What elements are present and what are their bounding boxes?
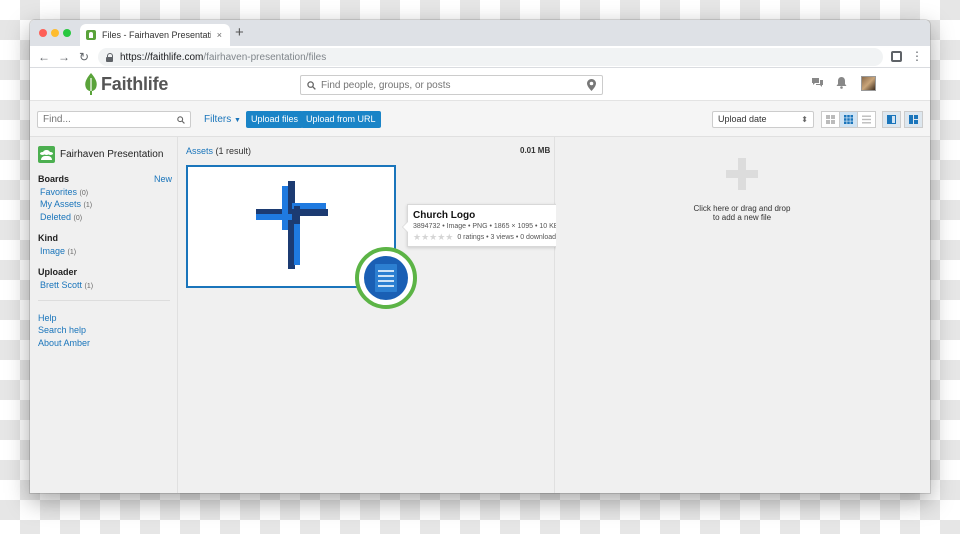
url-path: /fairhaven-presentation/files xyxy=(203,51,327,63)
maximize-window-button[interactable] xyxy=(63,29,71,37)
browser-menu-icon[interactable]: ⋮ xyxy=(911,49,923,63)
sidebar-item-count: (1) xyxy=(67,249,77,256)
find-box xyxy=(37,111,191,128)
list-icon xyxy=(862,115,871,124)
browser-window: Files - Fairhaven Presentation × + ← → ↻… xyxy=(30,20,930,493)
location-pin-icon[interactable] xyxy=(587,79,596,91)
site-header: Faithlife xyxy=(30,68,930,101)
split-pane-icon xyxy=(887,115,896,124)
site-search-box xyxy=(300,75,603,95)
address-bar[interactable]: https://faithlife.com/fairhaven-presenta… xyxy=(98,48,883,66)
site-search-input[interactable] xyxy=(321,79,587,91)
sidebar-item-label: Brett Scott xyxy=(40,280,83,290)
small-grid-view-button[interactable] xyxy=(839,111,858,128)
search-icon[interactable] xyxy=(177,115,185,124)
group-header[interactable]: Fairhaven Presentation xyxy=(38,146,163,163)
sidebar-item-label: Deleted xyxy=(40,212,72,222)
large-grid-view-button[interactable] xyxy=(821,111,840,128)
assets-header: Assets (1 result) xyxy=(186,146,251,156)
small-grid-icon xyxy=(844,115,853,124)
close-tab-icon[interactable]: × xyxy=(217,30,222,40)
sidebar-item-image[interactable]: Image (1) xyxy=(40,246,76,256)
new-board-link[interactable]: New xyxy=(154,174,172,184)
dropzone-line-2: to add a new file xyxy=(712,213,772,222)
sidebar-item-label: Favorites xyxy=(40,187,78,197)
caret-down-icon: ▼ xyxy=(234,117,241,124)
boards-heading: Boards xyxy=(38,174,70,184)
sidebar-item-favorites[interactable]: Favorites (0) xyxy=(40,187,88,197)
dashboard-layout-icon xyxy=(909,115,918,124)
assets-pane: Assets (1 result) 0.01 MB Church Logo 38… xyxy=(179,137,640,493)
sidebar: Fairhaven Presentation Boards New Favori… xyxy=(30,137,178,493)
url-host: https://faithlife.com xyxy=(120,51,204,63)
total-size: 0.01 MB xyxy=(520,146,551,155)
upload-dropzone[interactable]: Click here or drag and drop to add a new… xyxy=(556,137,930,493)
sidebar-item-label: My Assets xyxy=(40,199,82,209)
upload-files-button[interactable]: Upload files xyxy=(246,111,304,128)
filters-dropdown[interactable]: Filters ▼ xyxy=(204,114,241,125)
back-arrow-icon[interactable]: ← xyxy=(36,49,52,65)
browser-tab[interactable]: Files - Fairhaven Presentation × xyxy=(80,24,230,46)
group-people-icon xyxy=(38,146,55,163)
document-list-icon xyxy=(375,264,397,292)
sidebar-item-count: (1) xyxy=(83,202,93,209)
dropzone-text: Click here or drag and drop to add a new… xyxy=(669,204,815,222)
faithlife-favicon-icon xyxy=(86,30,96,40)
sidebar-divider xyxy=(38,300,170,301)
new-tab-button[interactable]: + xyxy=(235,25,244,41)
help-link[interactable]: Help xyxy=(38,313,57,323)
minimize-window-button[interactable] xyxy=(51,29,59,37)
notifications-bell-icon[interactable] xyxy=(836,77,847,89)
sort-select[interactable]: Upload date ⬍ xyxy=(712,111,814,128)
filters-label: Filters xyxy=(204,114,232,125)
file-details-button[interactable] xyxy=(364,256,408,300)
detail-pane-toggle-button[interactable] xyxy=(882,111,901,128)
uploader-heading: Uploader xyxy=(38,267,78,277)
about-amber-link[interactable]: About Amber xyxy=(38,338,90,348)
sidebar-item-count: (0) xyxy=(79,190,89,197)
dropzone-line-1: Click here or drag and drop xyxy=(693,204,791,213)
sidebar-item-count: (1) xyxy=(84,283,94,290)
filter-bar: Filters ▼ Upload files Upload from URL U… xyxy=(30,101,930,137)
find-input[interactable] xyxy=(43,114,177,125)
layout-toggle-button[interactable] xyxy=(904,111,923,128)
sidebar-item-deleted[interactable]: Deleted (0) xyxy=(40,212,82,222)
church-cross-logo xyxy=(256,181,328,269)
view-mode-group xyxy=(821,111,876,128)
select-arrows-icon: ⬍ xyxy=(801,115,808,124)
tab-strip: Files - Fairhaven Presentation × + xyxy=(30,20,930,46)
close-window-button[interactable] xyxy=(39,29,47,37)
sidebar-item-count: (0) xyxy=(73,215,83,222)
large-grid-icon xyxy=(826,115,835,124)
result-count: (1 result) xyxy=(215,146,252,156)
faithlife-leaf-icon xyxy=(85,73,97,95)
extension-icon[interactable] xyxy=(891,51,902,62)
browser-toolbar: ← → ↻ https://faithlife.com/fairhaven-pr… xyxy=(30,46,930,68)
logo-text: Faithlife xyxy=(101,73,169,94)
group-name: Fairhaven Presentation xyxy=(60,149,164,160)
search-icon xyxy=(307,80,316,90)
list-view-button[interactable] xyxy=(857,111,876,128)
sidebar-item-brett-scott[interactable]: Brett Scott (1) xyxy=(40,280,93,290)
lock-icon xyxy=(106,52,114,62)
sort-value: Upload date xyxy=(718,114,767,124)
tab-title: Files - Fairhaven Presentation xyxy=(102,30,211,40)
messages-icon[interactable] xyxy=(811,77,824,89)
forward-arrow-icon[interactable]: → xyxy=(56,49,72,65)
reload-icon[interactable]: ↻ xyxy=(76,49,92,65)
user-avatar[interactable] xyxy=(861,76,876,91)
faithlife-logo[interactable]: Faithlife xyxy=(84,73,168,95)
main-area: Fairhaven Presentation Boards New Favori… xyxy=(30,137,930,493)
sidebar-item-my-assets[interactable]: My Assets (1) xyxy=(40,199,92,209)
upload-from-url-button[interactable]: Upload from URL xyxy=(301,111,381,128)
search-help-link[interactable]: Search help xyxy=(38,325,86,335)
kind-heading: Kind xyxy=(38,233,58,243)
rating-stars-icon[interactable]: ★★★★★ xyxy=(413,232,453,243)
details-highlight-ring xyxy=(355,247,417,309)
add-plus-icon xyxy=(726,158,758,190)
assets-link[interactable]: Assets xyxy=(186,146,213,156)
sidebar-item-label: Image xyxy=(40,246,66,256)
